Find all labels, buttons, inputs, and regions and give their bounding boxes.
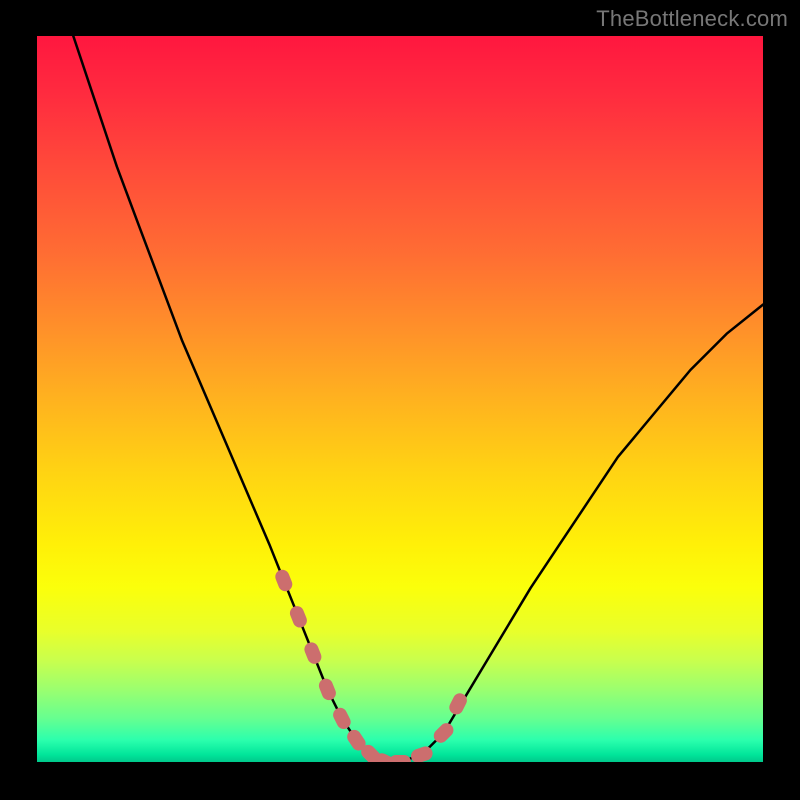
highlight-marker	[389, 755, 411, 762]
chart-frame: TheBottleneck.com	[0, 0, 800, 800]
bottleneck-curve	[73, 36, 763, 762]
plot-area	[37, 36, 763, 762]
highlight-marker	[317, 677, 338, 703]
highlight-marker	[331, 705, 353, 731]
highlight-marker	[288, 604, 309, 630]
highlight-marker	[302, 640, 323, 666]
watermark-text: TheBottleneck.com	[596, 6, 788, 32]
highlight-marker	[273, 568, 294, 594]
chart-svg	[37, 36, 763, 762]
